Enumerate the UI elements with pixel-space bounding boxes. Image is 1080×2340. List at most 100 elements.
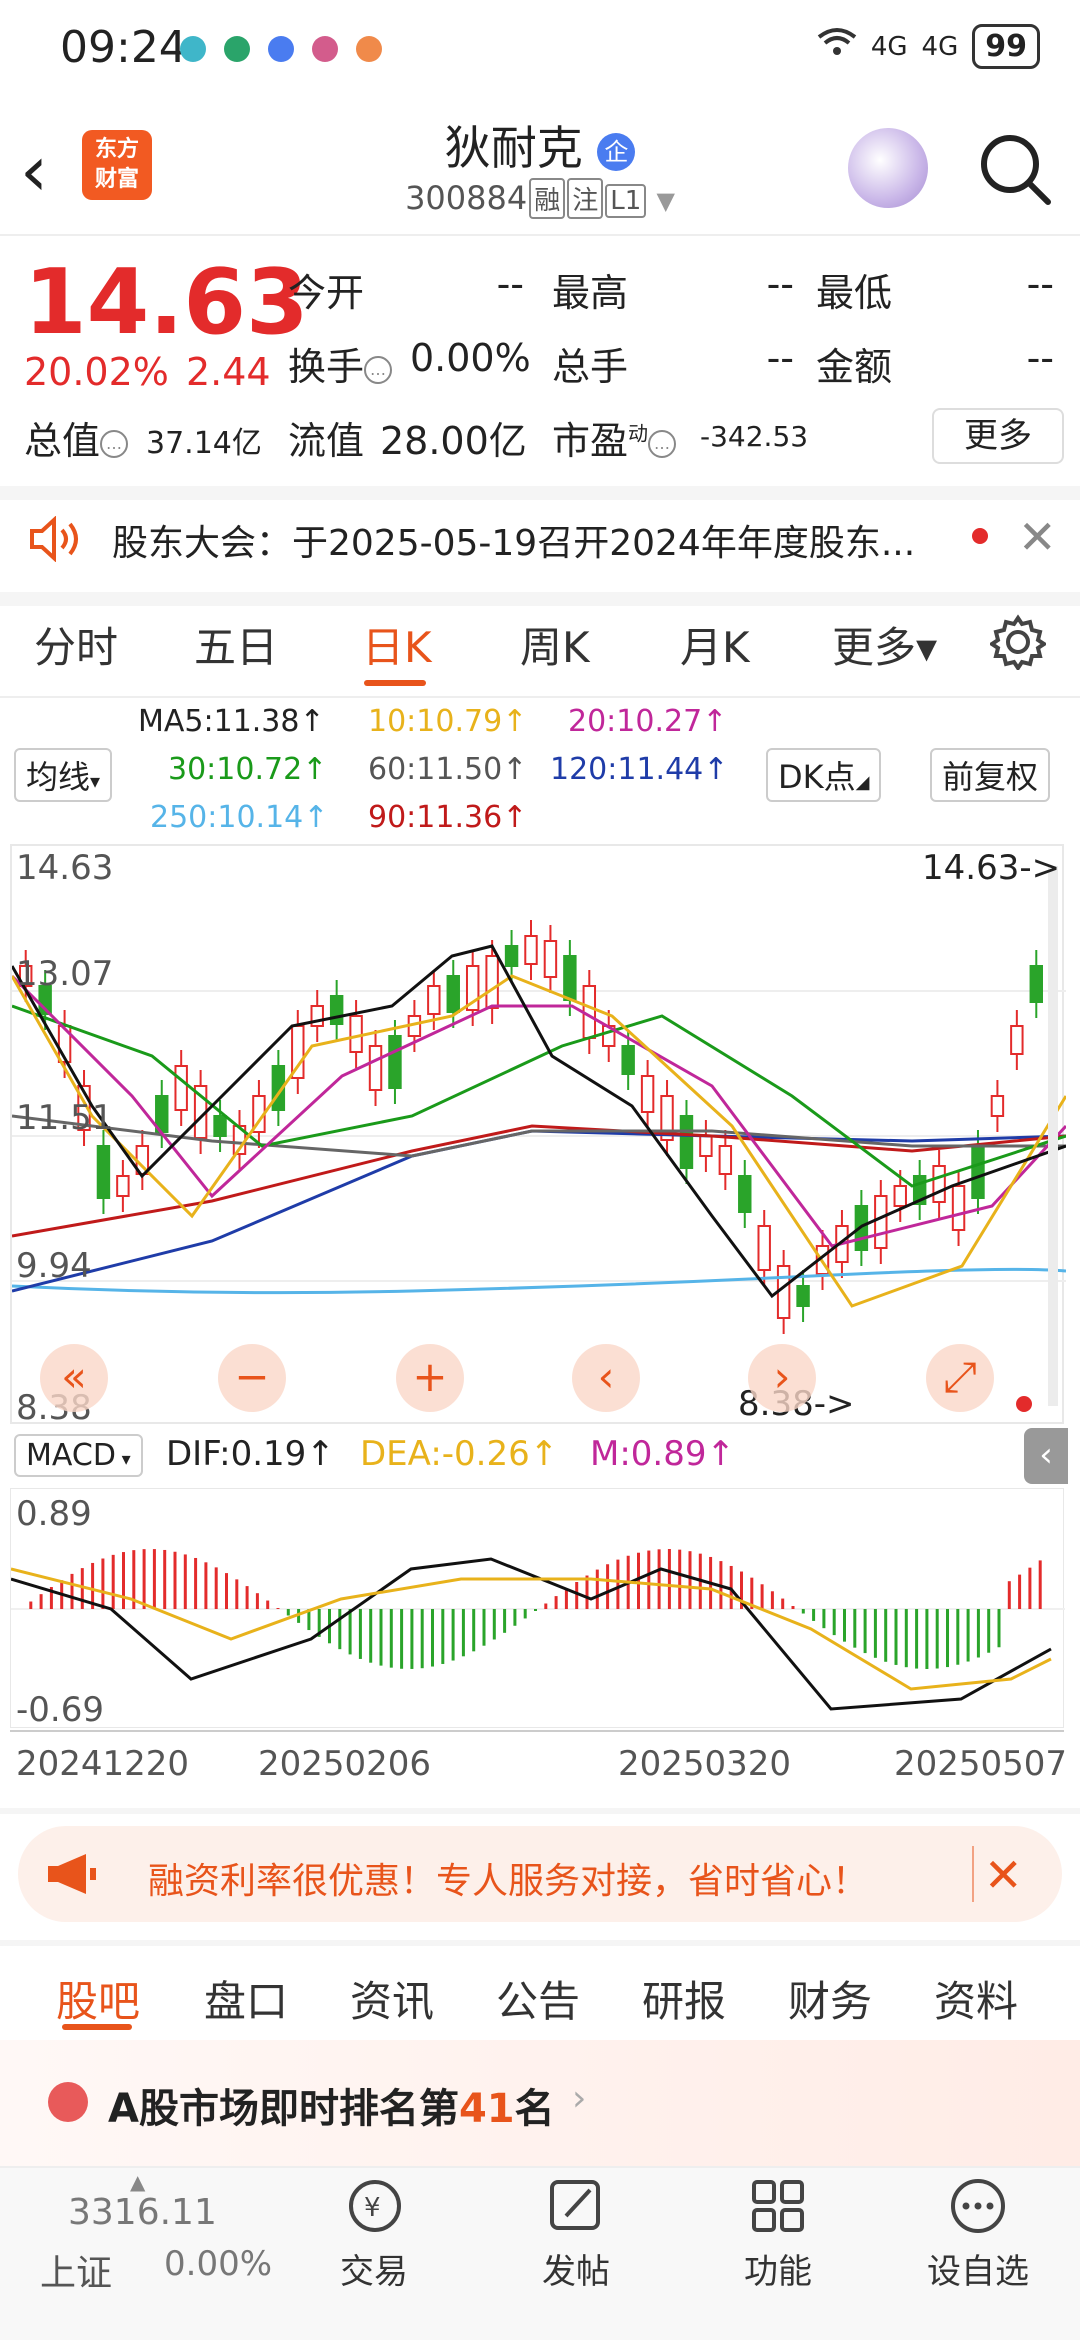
- signal-icon-2: 4G: [921, 31, 959, 62]
- index-value[interactable]: 3316.11: [68, 2192, 217, 2233]
- zoom-out-icon[interactable]: −: [218, 1344, 286, 1412]
- index-arrow-icon: ▲: [130, 2170, 146, 2194]
- max-price-marker: 14.63->: [922, 848, 1061, 888]
- collapse-panel-icon[interactable]: ‹: [1024, 1428, 1068, 1484]
- search-icon[interactable]: [978, 132, 1052, 210]
- signal-icon: 4G: [870, 31, 908, 62]
- scroll-left-icon[interactable]: ‹: [572, 1344, 640, 1412]
- nav-functions[interactable]: 功能: [718, 2244, 838, 2293]
- tab-announcements[interactable]: 公告: [496, 1968, 580, 2029]
- adjust-button[interactable]: 前复权: [930, 748, 1051, 802]
- nav-add-watchlist[interactable]: 设自选: [918, 2244, 1038, 2293]
- section-divider: [0, 1808, 1080, 1814]
- more-button[interactable]: 更多: [932, 408, 1064, 464]
- tab-daily-k[interactable]: 日K: [362, 614, 432, 675]
- macd-bar: [101, 1558, 105, 1609]
- tab-guba[interactable]: 股吧: [56, 1968, 140, 2029]
- macd-bar: [1007, 1581, 1011, 1609]
- macd-bar: [204, 1562, 208, 1609]
- candle-body: [932, 1165, 946, 1203]
- candle-body: [718, 1145, 733, 1175]
- indicator-dropdown[interactable]: MACD ▾: [14, 1434, 143, 1477]
- ma90-value: 90:11.36↑: [368, 800, 528, 835]
- tab-pankou[interactable]: 盘口: [204, 1968, 288, 2029]
- y-axis-3: 11.51: [16, 1098, 114, 1138]
- close-icon[interactable]: ✕: [1018, 510, 1057, 564]
- tab-research[interactable]: 研报: [642, 1968, 726, 2029]
- macd-bar: [575, 1581, 579, 1609]
- nav-trade[interactable]: 交易: [314, 2244, 434, 2293]
- macd-bar: [400, 1609, 404, 1669]
- tab-five-day[interactable]: 五日: [194, 614, 278, 675]
- ma30-value: 30:10.72↑: [168, 752, 328, 787]
- stock-code: 300884: [405, 179, 528, 217]
- more-dots-icon[interactable]: [948, 2176, 1008, 2240]
- macd-bar: [832, 1609, 836, 1636]
- macd-bar: [173, 1551, 177, 1609]
- level1-tag: L1: [605, 184, 647, 218]
- y-axis-top: 14.63: [16, 848, 114, 888]
- market-cap-value: 37.14亿: [146, 426, 262, 461]
- candle-body: [971, 1145, 985, 1199]
- scroll-left-fast-icon[interactable]: «: [40, 1344, 108, 1412]
- candle-body: [446, 975, 460, 1013]
- app-notification-icon: [224, 36, 250, 62]
- fullscreen-icon[interactable]: ⤢: [926, 1344, 994, 1412]
- promo-text: 融资利率很优惠！专人服务对接，省时省心！: [148, 1861, 869, 1902]
- post-icon[interactable]: [546, 2176, 606, 2240]
- speaker-icon: [28, 515, 84, 566]
- scroll-track[interactable]: [1048, 866, 1058, 1406]
- trade-icon[interactable]: ¥: [342, 2176, 408, 2240]
- candle-body: [524, 935, 538, 965]
- promo-divider: [972, 1846, 974, 1902]
- tab-monthly-k[interactable]: 月K: [680, 614, 750, 675]
- tab-news[interactable]: 资讯: [350, 1968, 434, 2029]
- index-name[interactable]: 上证: [40, 2244, 112, 2296]
- info-icon[interactable]: …: [100, 429, 129, 458]
- low-label: 最低: [816, 271, 893, 315]
- macd-bar: [389, 1609, 393, 1668]
- macd-bar: [152, 1549, 156, 1609]
- ma5-line: [10, 944, 1067, 1299]
- index-change: 0.00%: [164, 2244, 273, 2284]
- tab-finance[interactable]: 财务: [788, 1968, 872, 2029]
- dk-point-button[interactable]: DK点◢: [766, 748, 882, 802]
- macd-bar: [266, 1600, 270, 1609]
- info-icon[interactable]: …: [648, 429, 677, 458]
- header-divider: [0, 234, 1080, 236]
- tab-intraday[interactable]: 分时: [34, 614, 118, 675]
- tab-weekly-k[interactable]: 周K: [520, 614, 590, 675]
- pe-value: -342.53: [700, 420, 809, 453]
- gear-icon[interactable]: [988, 614, 1048, 674]
- info-icon[interactable]: …: [364, 355, 393, 384]
- tab-more[interactable]: 更多▾: [832, 614, 937, 675]
- ma-mode-dropdown[interactable]: 均线▾: [14, 748, 113, 802]
- grid-icon[interactable]: [748, 2176, 808, 2240]
- tab-profile[interactable]: 资料: [934, 1968, 1018, 2029]
- macd-bar: [595, 1569, 599, 1609]
- assistant-robot-icon[interactable]: [848, 128, 928, 208]
- chevron-right-icon[interactable]: ›: [572, 2078, 586, 2119]
- macd-bar: [946, 1609, 949, 1668]
- macd-dif: DIF:0.19↑: [166, 1434, 335, 1474]
- notification-icons: [180, 36, 382, 62]
- change-amount: 2.44: [186, 350, 271, 394]
- macd-bar: [863, 1609, 867, 1654]
- candle-body: [893, 1185, 907, 1207]
- kline-chart[interactable]: [10, 844, 1068, 1424]
- nav-post[interactable]: 发帖: [516, 2244, 636, 2293]
- rank-icon: [48, 2082, 88, 2122]
- scroll-right-icon[interactable]: ›: [748, 1344, 816, 1412]
- high-value: --: [766, 262, 794, 306]
- dropdown-icon[interactable]: ▼: [656, 187, 674, 215]
- macd-bar: [781, 1598, 785, 1609]
- rank-text: A股市场即时排名第41名: [108, 2086, 555, 2132]
- zoom-in-icon[interactable]: +: [396, 1344, 464, 1412]
- status-time: 09:24: [60, 22, 187, 73]
- candle-body: [368, 1045, 383, 1091]
- low-value: --: [1026, 262, 1054, 306]
- macd-bar: [657, 1549, 661, 1609]
- market-cap-label: 总值…: [24, 410, 129, 465]
- ma10-value: 10:10.79↑: [368, 704, 528, 739]
- promo-close-icon[interactable]: ✕: [984, 1848, 1023, 1902]
